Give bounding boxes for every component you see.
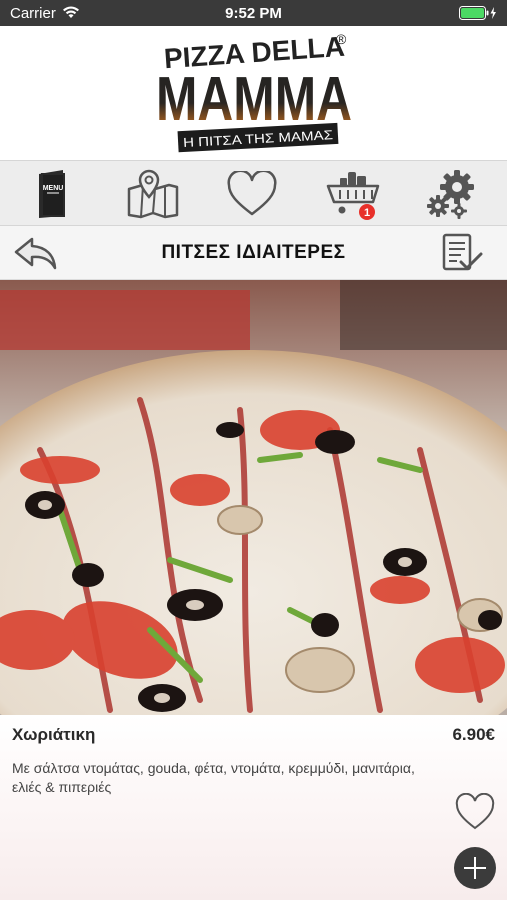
map-icon [127,169,179,219]
status-bar: Carrier 9:52 PM [0,0,507,26]
settings-button[interactable] [422,167,482,221]
main-toolbar: MENU 1 [0,160,507,226]
product-description: Με σάλτσα ντομάτας, gouda, φέτα, ντομάτα… [12,760,415,795]
back-button[interactable] [10,232,60,274]
favorites-button[interactable] [222,167,282,221]
add-to-favorites-button[interactable] [455,792,495,831]
cart-button[interactable]: 1 [324,167,384,221]
product-image [0,280,507,715]
brand-logo: PIZZA DELLA ® MAMMA Η ΠΙΤΣΑ ΤΗΣ ΜΑΜΑΣ [156,31,352,153]
clock: 9:52 PM [225,5,282,22]
product-info: Χωριάτικη 6.90€ Με σάλτσα ντομάτας, goud… [0,715,507,900]
category-header: ΠΙΤΣΕΣ ΙΔΙΑΙΤΕΡΕΣ [0,226,507,280]
product-name: Χωριάτικη [12,725,96,744]
page-title: ΠΙΤΣΕΣ ΙΔΙΑΙΤΕΡΕΣ [161,242,346,263]
back-arrow-icon [14,237,57,270]
heart-icon [227,171,277,216]
settings-icon [427,170,474,219]
locations-button[interactable] [123,167,183,221]
order-list-button[interactable] [439,231,485,275]
menu-button[interactable]: MENU [22,167,82,221]
battery-icon [459,6,499,25]
product-price: 6.90€ [452,725,495,744]
add-to-cart-button[interactable] [454,847,496,889]
cart-icon: 1 [326,172,380,220]
checklist-icon [442,233,483,271]
menu-book-label: MENU [43,185,64,192]
logo-line2: MAMMA [156,65,352,134]
logo-registered-mark: ® [336,31,347,47]
app-header: PIZZA DELLA ® MAMMA Η ΠΙΤΣΑ ΤΗΣ ΜΑΜΑΣ [0,26,507,160]
heart-outline-icon [455,792,495,830]
menu-book-icon: MENU [39,170,65,218]
cart-badge-count: 1 [364,207,370,219]
